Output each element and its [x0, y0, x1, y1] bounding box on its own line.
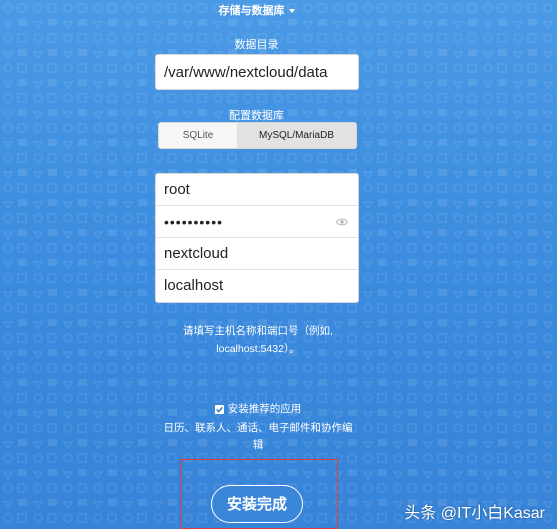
db-user-input[interactable]: root — [156, 174, 358, 206]
db-option-mysql-mariadb[interactable]: MySQL/MariaDB — [237, 123, 356, 148]
db-name-input[interactable]: nextcloud — [156, 238, 358, 270]
db-host-input[interactable]: localhost — [156, 270, 358, 302]
data-folder-label: 数据目录 — [234, 39, 279, 51]
storage-toggle-label: 存储与数据库 — [218, 5, 285, 17]
db-password-input[interactable]: •••••••••• — [156, 206, 358, 238]
recommended-apps-checkbox[interactable] — [214, 405, 224, 414]
hint-line-2: localhost:5432）。 — [216, 343, 300, 355]
hint-line-1: 请填写主机名称和端口号（例如, — [183, 325, 333, 337]
finish-setup-button[interactable]: 安装完成 — [211, 485, 303, 523]
database-credentials: root •••••••••• nextcloud localhost — [155, 173, 359, 303]
db-host-hint: 请填写主机名称和端口号（例如, localhost:5432）。 — [168, 322, 348, 358]
recommended-apps: 安装推荐的应用 日历、联系人、通话、电子邮件和协作编辑 — [160, 401, 356, 454]
recommended-apps-description: 日历、联系人、通话、电子邮件和协作编辑 — [163, 422, 353, 451]
setup-form: 存储与数据库 数据目录 配置数据库 SQLite MySQL/MariaDB r… — [0, 0, 557, 529]
eye-icon[interactable] — [336, 217, 348, 227]
data-folder-input[interactable] — [155, 54, 359, 90]
database-type-switch: SQLite MySQL/MariaDB — [158, 122, 357, 149]
db-option-sqlite[interactable]: SQLite — [159, 123, 237, 148]
watermark: 头条 @IT小白Kasar — [404, 505, 545, 522]
caret-down-icon — [288, 9, 295, 14]
password-mask: •••••••••• — [164, 214, 224, 230]
recommended-apps-label: 安装推荐的应用 — [227, 403, 302, 415]
storage-database-toggle[interactable]: 存储与数据库 — [0, 2, 513, 18]
checkmark-icon — [215, 406, 223, 413]
database-config-label: 配置数据库 — [229, 110, 284, 122]
recommended-apps-row[interactable]: 安装推荐的应用 — [214, 401, 302, 418]
